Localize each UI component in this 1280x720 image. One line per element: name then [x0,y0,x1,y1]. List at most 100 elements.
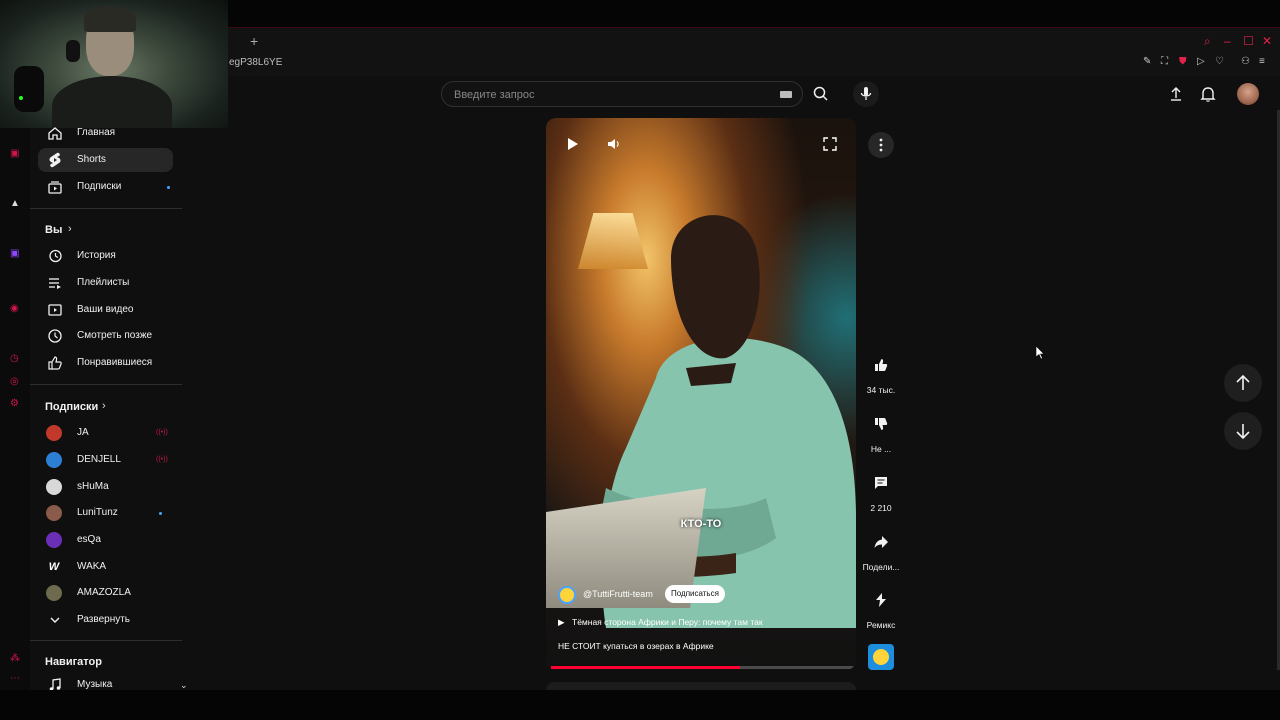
twitch-icon[interactable]: ▣ [10,248,19,259]
video-title-line2[interactable]: НЕ СТОИТ купаться в озерах в Африке [558,641,714,651]
channel-avatar [46,425,62,441]
sidebar-item-label: esQa [77,534,101,545]
bell-icon[interactable] [1198,84,1218,104]
previous-video-button[interactable] [1224,364,1262,402]
settings-icon[interactable]: ⚙ [10,398,19,409]
comment-icon [875,477,887,489]
menu-icon[interactable]: ≡ [1259,56,1265,67]
sidebar-item-label: JA [77,427,89,438]
dislike-button[interactable]: Не ... [862,406,900,454]
sidebar-item-subscription[interactable]: DENJELL ((•)) [38,448,173,472]
video-progress-fill [551,666,741,669]
sidebar-item-label: Shorts [77,154,106,165]
more-icon[interactable]: ⋯ [10,673,20,684]
remix-icon [876,593,886,607]
panel-app-icon[interactable]: ▲ [10,198,20,209]
arrow-down-icon [1236,424,1250,440]
sidebar-item-subscription[interactable]: AMAZOZLA [38,581,173,605]
comment-count: 2 210 [870,503,892,513]
channel-avatar [46,452,62,468]
sidebar-divider [30,208,182,209]
channel-avatar [46,505,62,521]
maximize-icon[interactable]: ☐ [1243,34,1254,48]
keyboard-icon[interactable] [780,91,792,98]
sidebar-item-liked[interactable]: Понравившиеся [38,351,173,375]
microphone-stand [14,66,44,112]
liked-icon [48,356,62,370]
comments-button[interactable]: 2 210 [862,465,900,513]
sidebar-item-label: DENJELL [77,454,121,465]
shorts-icon [49,152,61,168]
screenshot-icon[interactable]: ⛶ [1161,56,1168,67]
search-bar[interactable]: Введите запрос [441,81,803,107]
search-input[interactable]: Введите запрос [454,89,534,101]
panel-app-icon[interactable]: ◉ [10,303,19,314]
search-browser-icon[interactable]: ⌕ [1204,34,1211,49]
sidebar-item-label: Подписки [77,181,122,192]
sidebar-item-shorts[interactable]: Shorts [38,148,173,172]
channel-avatar[interactable] [558,586,576,604]
sidebar-item-watch-later[interactable]: Смотреть позже [38,324,173,348]
user-avatar[interactable] [1237,83,1259,105]
browser-side-panel: ▣ ▲ ▣ ◉ ◷ ◎ ⚙ ⁂ ⋯ [0,128,30,690]
section-subscriptions-title[interactable]: Подписки [45,401,98,413]
panel-app-icon[interactable]: ▣ [10,148,19,159]
sidebar-item-subscription[interactable]: LuniTunz [38,501,173,525]
panel-app-icon[interactable]: ◎ [10,376,19,387]
panel-app-icon[interactable]: ⁂ [10,653,20,664]
new-tab-button[interactable]: + [250,33,258,49]
play-icon[interactable] [564,136,580,152]
address-bar-url[interactable]: egP38L6YE [229,57,282,68]
sidebar-expand-button[interactable]: Развернуть [38,608,173,632]
sidebar-item-your-videos[interactable]: Ваши видео [38,298,173,322]
player-icon[interactable]: ▷ [1197,56,1205,67]
sidebar-item-label: Плейлисты [77,277,130,288]
bookmark-icon[interactable]: ✎ [1143,56,1151,67]
live-icon: ((•)) [156,456,168,463]
minimize-icon[interactable]: – [1224,34,1231,48]
section-you-title[interactable]: Вы [45,224,62,236]
chevron-right-icon[interactable]: › [102,400,106,412]
channel-avatar [46,479,62,495]
next-video-button[interactable] [1224,412,1262,450]
sidebar-item-subscription[interactable]: W WAKA [38,555,173,579]
heart-icon[interactable]: ♡ [1215,56,1224,67]
your-videos-icon [48,304,62,316]
video-caption: КТО-ТО [680,518,722,530]
video-title-line1[interactable]: Тёмная сторона Африки и Перу: почему там… [572,617,763,627]
channel-name[interactable]: @TuttiFrutti-team [583,589,653,599]
sidebar-item-subscription[interactable]: sHuMa [38,475,173,499]
like-count: 34 тыс. [866,385,896,395]
sidebar-item-subscription[interactable]: esQa [38,528,173,552]
close-icon[interactable]: ✕ [1262,34,1272,48]
search-icon[interactable] [808,81,834,107]
mouse-cursor-icon [1036,346,1045,360]
chevron-right-icon[interactable]: › [68,223,72,235]
share-button[interactable]: Подели... [862,524,900,572]
subscribe-button[interactable]: Подписаться [665,585,725,603]
history-icon [49,249,62,263]
sidebar: Главная Shorts Подписки Вы › История Пле… [30,127,194,691]
sidebar-item-home[interactable]: Главная [38,121,173,145]
new-content-dot [159,512,162,515]
voice-search-button[interactable] [853,81,879,107]
profile-icon[interactable]: ⚇ [1241,56,1250,67]
like-button[interactable]: 34 тыс. [862,347,900,395]
shield-icon[interactable]: ⛊ [1179,56,1187,67]
arrow-up-icon [1236,374,1250,390]
more-options-button[interactable] [868,132,894,158]
sidebar-item-playlists[interactable]: Плейлисты [38,271,173,295]
play-small-icon: ▶ [558,617,565,627]
remix-button[interactable]: Ремикс [862,582,900,630]
sidebar-item-history[interactable]: История [38,244,173,268]
sound-thumbnail[interactable] [868,644,894,670]
fullscreen-icon[interactable] [822,136,838,152]
volume-icon[interactable] [606,136,622,152]
shorts-video-player[interactable]: КТО-ТО @TuttiFrutti-team Подписаться ▶ Т… [546,118,856,670]
sidebar-item-subscription[interactable]: JA ((•)) [38,421,173,445]
clock-icon[interactable]: ◷ [10,353,19,364]
upload-icon[interactable] [1166,84,1186,104]
next-video-preview[interactable] [546,682,856,690]
sidebar-item-subscriptions[interactable]: Подписки [38,175,173,199]
video-progress-bar[interactable] [551,666,856,669]
